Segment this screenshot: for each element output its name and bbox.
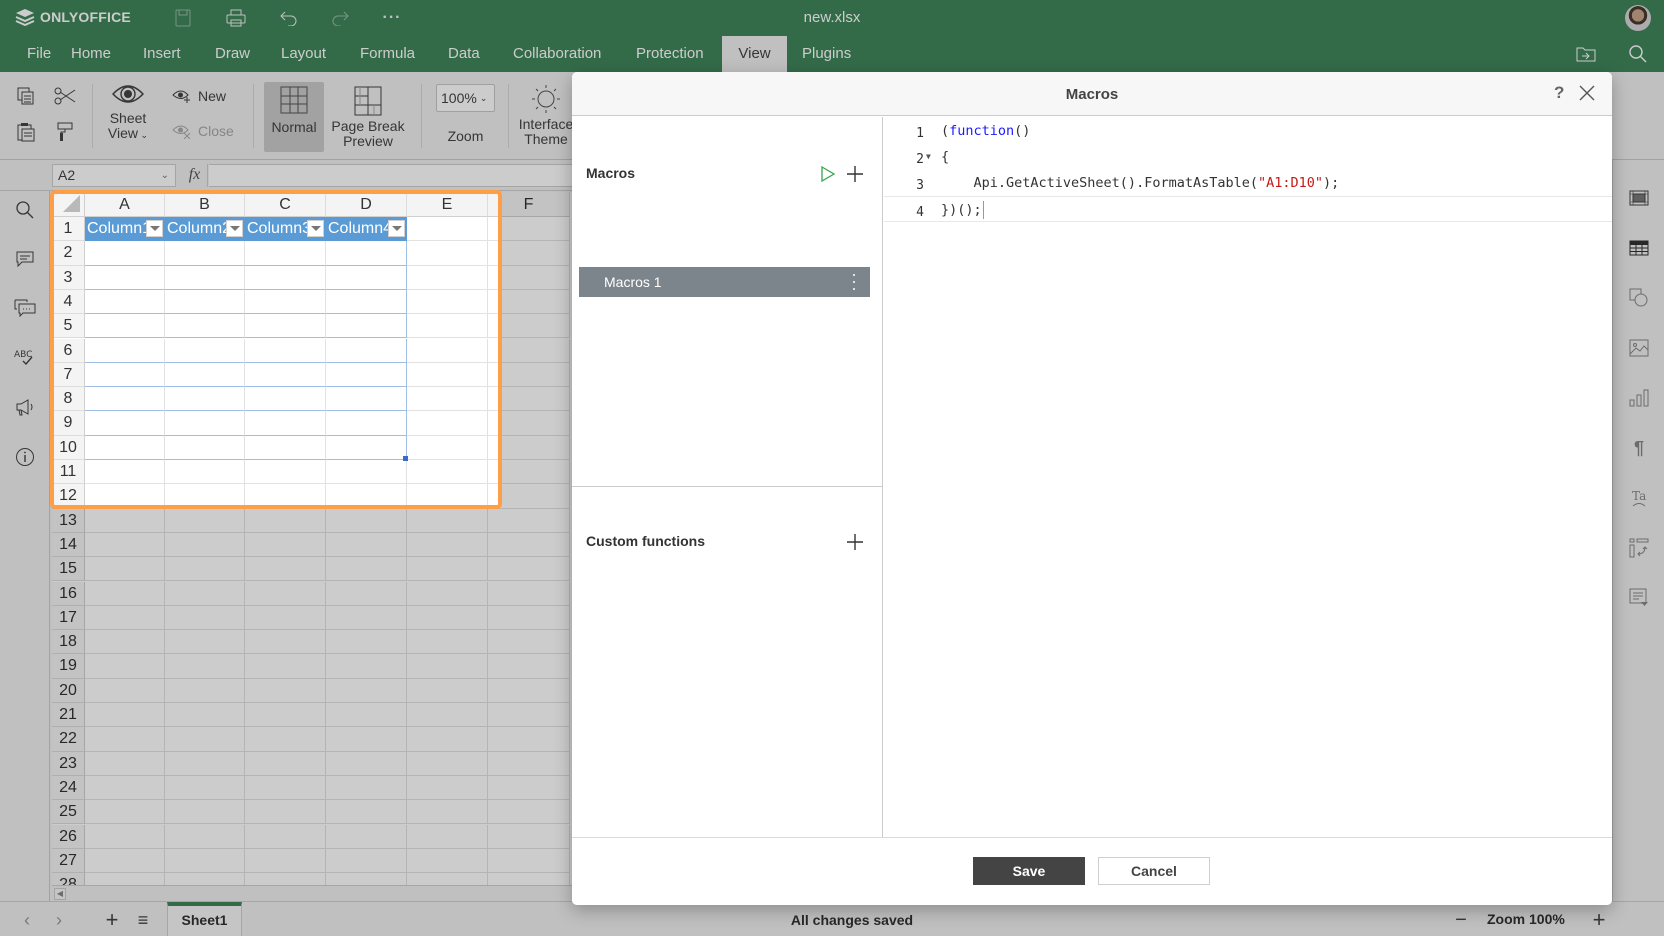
run-macro-icon[interactable]: [817, 163, 839, 185]
save-button[interactable]: Save: [973, 857, 1085, 885]
code-line[interactable]: 3 Api.GetActiveSheet().FormatAsTable("A1…: [884, 170, 1612, 196]
code-token: (: [941, 123, 950, 139]
add-custom-function-icon[interactable]: [844, 531, 866, 553]
code-token: Api.GetActiveSheet().FormatAsTable(: [941, 175, 1258, 191]
code-token: (): [1014, 123, 1031, 139]
code-line[interactable]: 4 })();: [884, 196, 1612, 222]
code-line[interactable]: 1 (function(): [884, 118, 1612, 144]
macro-name: Macros 1: [604, 274, 662, 290]
cancel-button[interactable]: Cancel: [1098, 857, 1210, 885]
code-text: (function(): [941, 118, 1030, 144]
code-text: Api.GetActiveSheet().FormatAsTable("A1:D…: [941, 170, 1340, 196]
line-number: 4: [916, 205, 924, 220]
macro-list-item[interactable]: Macros 1: [579, 267, 870, 297]
macros-section-title: Macros: [586, 165, 636, 181]
code-token: })();: [941, 202, 982, 218]
macros-dialog: Macros ? Macros Macros 1 Custom function…: [572, 72, 1612, 905]
pane-divider: [572, 486, 883, 487]
dialog-footer: Save Cancel: [572, 837, 1612, 905]
code-line[interactable]: 2 ▼{: [884, 144, 1612, 170]
dialog-title: Macros: [1065, 86, 1119, 103]
table-range-highlight: [50, 190, 502, 509]
code-token: {: [941, 149, 950, 165]
add-macro-icon[interactable]: [844, 163, 866, 185]
code-text: {: [941, 144, 949, 170]
help-icon[interactable]: ?: [1554, 83, 1564, 103]
text-cursor: [982, 201, 984, 219]
close-icon[interactable]: [1577, 83, 1597, 103]
code-string: "A1:D10": [1257, 175, 1324, 191]
code-text: })();: [941, 197, 984, 223]
macros-pane: Macros Macros 1 Custom functions: [572, 117, 883, 837]
code-token: );: [1323, 175, 1340, 191]
code-keyword: function: [949, 123, 1015, 139]
code-editor[interactable]: 1 (function() 2 ▼{3 Api.GetActiveSheet().Fo…: [884, 117, 1612, 837]
custom-functions-section-title: Custom functions: [586, 533, 705, 549]
dialog-header: Macros ?: [572, 72, 1612, 116]
more-options-icon[interactable]: [848, 274, 860, 290]
fold-toggle-icon[interactable]: ▼: [926, 144, 931, 170]
